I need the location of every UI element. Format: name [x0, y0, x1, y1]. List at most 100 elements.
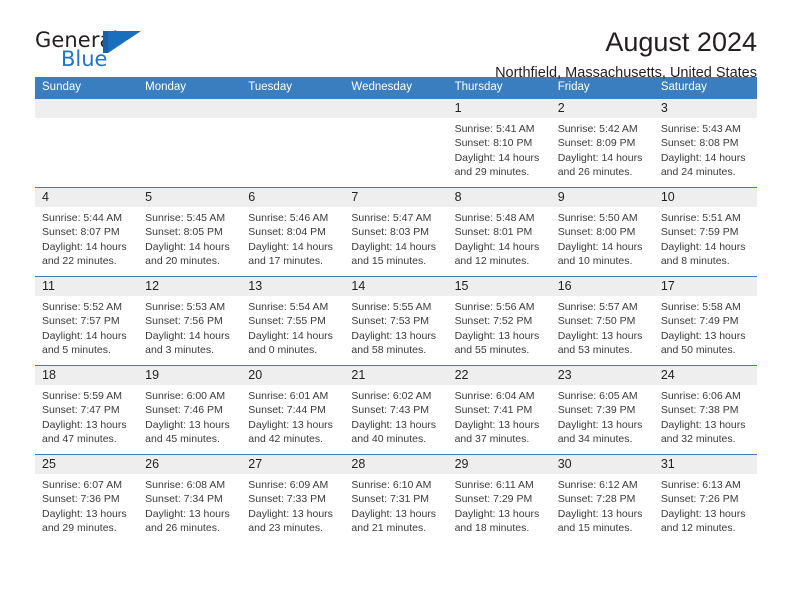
day-details: Sunrise: 6:01 AM Sunset: 7:44 PM Dayligh… — [241, 385, 344, 446]
daylight-text-line2: and 29 minutes. — [42, 521, 117, 534]
calendar-day-cell[interactable]: 31 Sunrise: 6:13 AM Sunset: 7:26 PM Dayl… — [653, 455, 757, 543]
calendar-day-cell[interactable]: 30 Sunrise: 6:12 AM Sunset: 7:28 PM Dayl… — [550, 455, 654, 543]
daylight-text-line2: and 47 minutes. — [42, 432, 117, 445]
sunset-text: Sunset: 7:56 PM — [145, 315, 223, 328]
sunset-text: Sunset: 7:57 PM — [42, 315, 120, 328]
calendar-day-cell[interactable]: 25 Sunrise: 6:07 AM Sunset: 7:36 PM Dayl… — [35, 455, 139, 543]
calendar-day-cell[interactable]: 26 Sunrise: 6:08 AM Sunset: 7:34 PM Dayl… — [138, 455, 242, 543]
calendar-day-cell[interactable]: 13 Sunrise: 5:54 AM Sunset: 7:55 PM Dayl… — [241, 277, 345, 365]
daylight-text-line2: and 24 minutes. — [660, 165, 736, 178]
daylight-text-line2: and 15 minutes. — [557, 521, 633, 534]
calendar-day-cell[interactable]: 8 Sunrise: 5:48 AM Sunset: 8:01 PM Dayli… — [447, 188, 551, 276]
calendar-day-cell[interactable]: 5 Sunrise: 5:45 AM Sunset: 8:05 PM Dayli… — [138, 188, 242, 276]
daylight-text-line1: Daylight: 14 hours — [248, 329, 333, 342]
daylight-text-line2: and 23 minutes. — [248, 521, 323, 534]
daylight-text-line1: Daylight: 13 hours — [557, 329, 643, 342]
day-details: Sunrise: 6:11 AM Sunset: 7:29 PM Dayligh… — [448, 474, 551, 535]
calendar-day-cell[interactable]: 22 Sunrise: 6:04 AM Sunset: 7:41 PM Dayl… — [447, 366, 551, 454]
daylight-text-line1: Daylight: 13 hours — [454, 418, 540, 431]
calendar-day-cell[interactable]: 28 Sunrise: 6:10 AM Sunset: 7:31 PM Dayl… — [344, 455, 448, 543]
sunset-text: Sunset: 8:00 PM — [557, 226, 636, 239]
calendar-day-cell[interactable]: 20 Sunrise: 6:01 AM Sunset: 7:44 PM Dayl… — [241, 366, 345, 454]
day-number: 28 — [344, 455, 448, 474]
daylight-text-line1: Daylight: 13 hours — [557, 418, 643, 431]
calendar-day-cell[interactable]: 3 Sunrise: 5:43 AM Sunset: 8:08 PM Dayli… — [653, 99, 757, 187]
day-details: Sunrise: 5:54 AM Sunset: 7:55 PM Dayligh… — [241, 296, 344, 357]
daylight-text-line1: Daylight: 13 hours — [454, 329, 540, 342]
day-number: 9 — [550, 188, 654, 207]
day-number: 3 — [653, 99, 757, 118]
day-details: Sunrise: 5:44 AM Sunset: 8:07 PM Dayligh… — [35, 207, 138, 268]
daylight-text-line1: Daylight: 13 hours — [660, 329, 746, 342]
calendar-day-cell[interactable]: 7 Sunrise: 5:47 AM Sunset: 8:03 PM Dayli… — [344, 188, 448, 276]
calendar-day-cell[interactable]: 9 Sunrise: 5:50 AM Sunset: 8:00 PM Dayli… — [550, 188, 654, 276]
daylight-text-line2: and 29 minutes. — [454, 165, 530, 178]
day-details: Sunrise: 6:05 AM Sunset: 7:39 PM Dayligh… — [551, 385, 654, 446]
day-number: 14 — [344, 277, 448, 296]
sunset-text: Sunset: 8:05 PM — [145, 226, 223, 239]
sunrise-text: Sunrise: 5:58 AM — [660, 301, 741, 313]
sunset-text: Sunset: 7:53 PM — [351, 315, 430, 328]
calendar-day-cell[interactable]: 29 Sunrise: 6:11 AM Sunset: 7:29 PM Dayl… — [447, 455, 551, 543]
day-details — [344, 118, 447, 122]
calendar-day-cell[interactable]: 12 Sunrise: 5:53 AM Sunset: 7:56 PM Dayl… — [138, 277, 242, 365]
daylight-text-line2: and 40 minutes. — [351, 432, 427, 445]
calendar-day-cell[interactable]: 18 Sunrise: 5:59 AM Sunset: 7:47 PM Dayl… — [35, 366, 139, 454]
day-number: 31 — [653, 455, 757, 474]
page-title: August 2024 — [605, 27, 757, 57]
calendar-day-cell[interactable]: 23 Sunrise: 6:05 AM Sunset: 7:39 PM Dayl… — [550, 366, 654, 454]
calendar-day-cell[interactable]: 4 Sunrise: 5:44 AM Sunset: 8:07 PM Dayli… — [35, 188, 139, 276]
calendar-day-cell[interactable]: 2 Sunrise: 5:42 AM Sunset: 8:09 PM Dayli… — [550, 99, 654, 187]
calendar-day-cell[interactable]: 16 Sunrise: 5:57 AM Sunset: 7:50 PM Dayl… — [550, 277, 654, 365]
sunrise-text: Sunrise: 5:48 AM — [454, 212, 535, 224]
sunset-text: Sunset: 7:26 PM — [660, 493, 739, 506]
day-number: 17 — [653, 277, 757, 296]
day-details: Sunrise: 5:46 AM Sunset: 8:04 PM Dayligh… — [241, 207, 344, 268]
calendar-day-cell[interactable]: 19 Sunrise: 6:00 AM Sunset: 7:46 PM Dayl… — [138, 366, 242, 454]
day-number: 1 — [447, 99, 551, 118]
calendar-day-cell[interactable]: 10 Sunrise: 5:51 AM Sunset: 7:59 PM Dayl… — [653, 188, 757, 276]
sunrise-text: Sunrise: 5:46 AM — [248, 212, 329, 224]
calendar-day-cell[interactable]: 6 Sunrise: 5:46 AM Sunset: 8:04 PM Dayli… — [241, 188, 345, 276]
day-details: Sunrise: 5:47 AM Sunset: 8:03 PM Dayligh… — [344, 207, 447, 268]
sunset-text: Sunset: 7:38 PM — [660, 404, 739, 417]
sunset-text: Sunset: 7:33 PM — [248, 493, 326, 506]
calendar-day-cell[interactable]: 24 Sunrise: 6:06 AM Sunset: 7:38 PM Dayl… — [653, 366, 757, 454]
calendar-day-cell[interactable]: 1 Sunrise: 5:41 AM Sunset: 8:10 PM Dayli… — [447, 99, 551, 187]
daylight-text-line1: Daylight: 13 hours — [42, 507, 127, 520]
daylight-text-line1: Daylight: 14 hours — [248, 240, 333, 253]
sunrise-text: Sunrise: 5:56 AM — [454, 301, 535, 313]
day-number: 2 — [550, 99, 654, 118]
daylight-text-line1: Daylight: 14 hours — [351, 240, 437, 253]
calendar-day-cell[interactable]: 15 Sunrise: 5:56 AM Sunset: 7:52 PM Dayl… — [447, 277, 551, 365]
day-details: Sunrise: 5:45 AM Sunset: 8:05 PM Dayligh… — [138, 207, 241, 268]
calendar-day-cell[interactable]: 17 Sunrise: 5:58 AM Sunset: 7:49 PM Dayl… — [653, 277, 757, 365]
calendar-day-cell[interactable]: 27 Sunrise: 6:09 AM Sunset: 7:33 PM Dayl… — [241, 455, 345, 543]
brand-logo[interactable]: General Blue — [35, 28, 155, 74]
sunrise-text: Sunrise: 6:10 AM — [351, 479, 432, 491]
day-number: 18 — [35, 366, 139, 385]
sunset-text: Sunset: 7:34 PM — [145, 493, 223, 506]
triangle-logo-icon — [103, 31, 141, 53]
daylight-text-line1: Daylight: 13 hours — [351, 329, 437, 342]
calendar-day-cell[interactable]: 21 Sunrise: 6:02 AM Sunset: 7:43 PM Dayl… — [344, 366, 448, 454]
day-number: 5 — [138, 188, 242, 207]
sunset-text: Sunset: 7:31 PM — [351, 493, 430, 506]
page-header: General Blue August 2024 Northfield, Mas… — [35, 0, 757, 82]
daylight-text-line1: Daylight: 13 hours — [351, 507, 437, 520]
sunrise-text: Sunrise: 6:12 AM — [557, 479, 638, 491]
daylight-text-line2: and 55 minutes. — [454, 343, 530, 356]
sunset-text: Sunset: 8:08 PM — [660, 137, 739, 150]
brand-name-blue: Blue — [61, 47, 108, 71]
day-number — [344, 99, 448, 118]
day-details: Sunrise: 6:08 AM Sunset: 7:34 PM Dayligh… — [138, 474, 241, 535]
day-details: Sunrise: 5:50 AM Sunset: 8:00 PM Dayligh… — [551, 207, 654, 268]
daylight-text-line2: and 50 minutes. — [660, 343, 736, 356]
day-number: 15 — [447, 277, 551, 296]
sunrise-text: Sunrise: 5:59 AM — [42, 390, 122, 402]
calendar-day-cell[interactable]: 11 Sunrise: 5:52 AM Sunset: 7:57 PM Dayl… — [35, 277, 139, 365]
calendar-day-cell[interactable]: 14 Sunrise: 5:55 AM Sunset: 7:53 PM Dayl… — [344, 277, 448, 365]
weekday-header-tuesday: Tuesday — [248, 81, 292, 93]
day-number — [241, 99, 345, 118]
day-details: Sunrise: 5:58 AM Sunset: 7:49 PM Dayligh… — [654, 296, 757, 357]
